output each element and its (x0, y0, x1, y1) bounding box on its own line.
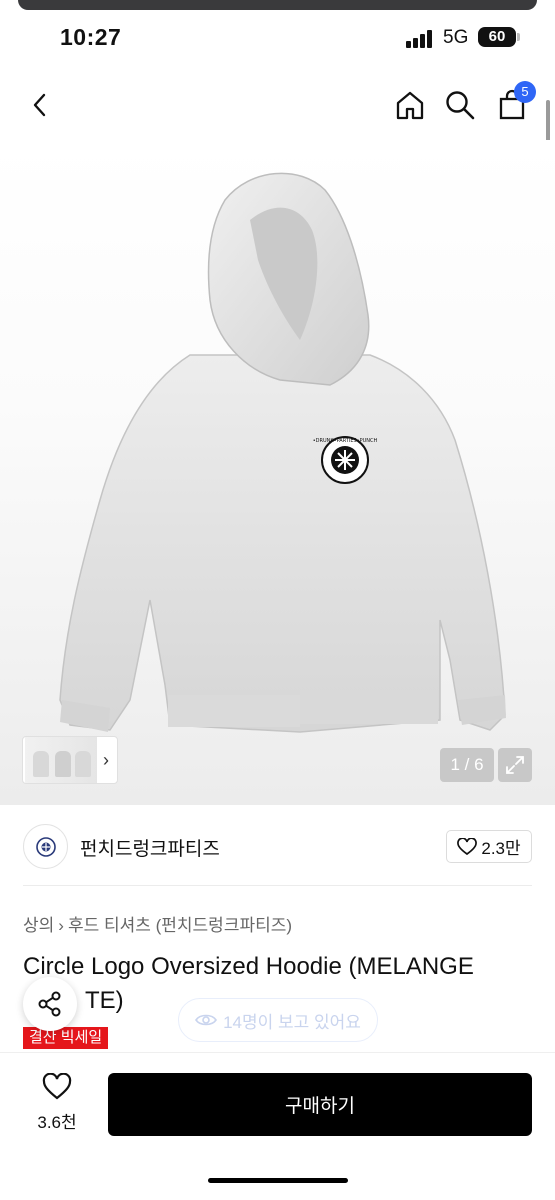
expand-button[interactable] (498, 748, 532, 782)
expand-icon (506, 756, 524, 774)
bottom-action-bar: 3.6천 구매하기 (0, 1052, 555, 1200)
product-image-gallery[interactable]: •DRUNK•PARTIES•PUNCH › 1 / 6 (0, 140, 555, 805)
home-button[interactable] (390, 85, 430, 125)
back-button[interactable] (20, 85, 60, 125)
top-edge-strip (18, 0, 537, 10)
cart-button[interactable]: 5 (492, 81, 536, 125)
brand-like-button[interactable]: 2.3만 (446, 830, 532, 863)
home-icon (396, 91, 424, 120)
product-like-count: 3.6천 (37, 1113, 77, 1132)
search-icon (446, 91, 475, 120)
top-nav: 5 (0, 70, 555, 140)
home-indicator (208, 1178, 348, 1183)
buy-button[interactable]: 구매하기 (108, 1073, 532, 1136)
chevron-left-icon (33, 93, 46, 117)
breadcrumb-category[interactable]: 상의 (23, 916, 54, 935)
thumbnail-image (25, 737, 97, 783)
brand-logo[interactable] (23, 824, 68, 869)
chevron-right-icon: › (58, 916, 64, 935)
brand-logo-icon (35, 836, 56, 857)
product-title-line-1: Circle Logo Oversized Hoodie (MELANGE (23, 953, 474, 980)
network-type: 5G (443, 27, 469, 48)
signal-icon (406, 30, 434, 48)
brand-row: 펀치드렁크파티즈 2.3만 (0, 805, 555, 887)
brand-like-count: 2.3만 (481, 839, 521, 858)
status-time: 10:27 (60, 24, 122, 50)
gallery-thumbnail[interactable]: › (22, 736, 118, 784)
eye-icon (195, 1014, 218, 1026)
viewers-text: 14명이 보고 있어요 (223, 1012, 361, 1032)
viewers-indicator: 14명이 보고 있어요 (178, 998, 378, 1042)
battery-icon: 60 (478, 27, 520, 47)
share-icon (38, 991, 61, 1017)
product-like-button[interactable]: 3.6천 (22, 1072, 92, 1133)
chevron-right-icon: › (103, 749, 109, 770)
chest-logo-text: •DRUNK•PARTIES•PUNCH (313, 438, 378, 444)
heart-icon (42, 1072, 72, 1100)
breadcrumb: 상의 › 후드 티셔츠 (펀치드렁크파티즈) (23, 911, 292, 936)
cart-count-badge: 5 (514, 81, 536, 103)
share-button[interactable] (23, 977, 77, 1031)
hoodie-image: •DRUNK•PARTIES•PUNCH (59, 172, 506, 733)
divider (23, 885, 532, 886)
status-bar: 10:27 5G 60 (0, 14, 555, 64)
sale-badge: 결산 빅세일 (23, 1027, 109, 1049)
image-counter: 1 / 6 (440, 748, 494, 782)
brand-name[interactable]: 펀치드렁크파티즈 (80, 834, 220, 861)
breadcrumb-subcategory[interactable]: 후드 티셔츠 (펀치드렁크파티즈) (68, 916, 292, 935)
heart-icon (457, 837, 478, 855)
search-button[interactable] (440, 85, 480, 125)
